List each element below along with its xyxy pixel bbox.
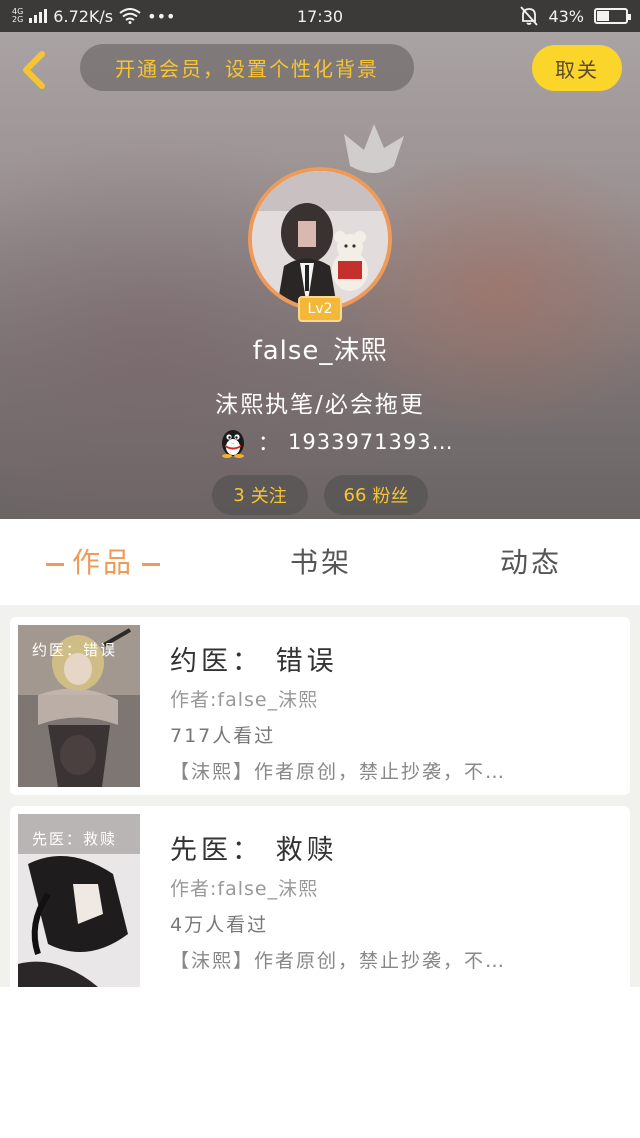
work-cover: 约医：错误 bbox=[18, 625, 140, 787]
network-bottom: 2G bbox=[12, 15, 24, 24]
fans-stat[interactable]: 66 粉丝 bbox=[324, 475, 428, 515]
qq-penguin-icon bbox=[222, 430, 244, 458]
user-name: false_沫熙 bbox=[252, 336, 388, 366]
work-title: 先医： 救赎 bbox=[170, 835, 338, 866]
fans-count: 66 bbox=[343, 484, 367, 506]
status-bar: 4G 2G 6.72K/s ••• 17:30 43% bbox=[0, 0, 640, 32]
tab-bookshelf-label: 书架 bbox=[290, 546, 353, 579]
level-badge: Lv2 bbox=[298, 296, 342, 322]
tab-works[interactable]: 作品 bbox=[38, 541, 168, 581]
battery-percent: 43% bbox=[548, 6, 584, 26]
vip-banner[interactable]: 开通会员，设置个性化背景 bbox=[80, 44, 414, 91]
cover-title: 约医：错误 bbox=[32, 641, 118, 659]
profile-header: 开通会员，设置个性化背景 取关 Lv2 false_沫熙 沫熙执笔/必会拖更 ：… bbox=[0, 32, 640, 519]
unfollow-button[interactable]: 取关 bbox=[532, 45, 622, 91]
following-count: 3 bbox=[233, 484, 245, 506]
work-author: 作者:false_沫熙 bbox=[170, 689, 319, 711]
work-title: 约医： 错误 bbox=[170, 646, 338, 677]
profile-tabs: 作品 书架 动态 bbox=[0, 519, 640, 605]
signal-icon bbox=[29, 9, 48, 23]
tab-bookshelf[interactable]: 书架 bbox=[290, 541, 352, 581]
qq-number: 1933971393… bbox=[288, 430, 454, 454]
following-label: 关注 bbox=[250, 486, 287, 507]
avatar-photo bbox=[252, 171, 388, 307]
work-card[interactable]: 约医：错误 约医： 错误 作者:false_沫熙 717人看过 【沫熙】作者原创… bbox=[10, 617, 630, 795]
status-time: 17:30 bbox=[296, 6, 344, 26]
battery-fill bbox=[597, 11, 610, 21]
work-desc: 【沫熙】作者原创，禁止抄袭，不… bbox=[170, 950, 507, 972]
network-speed: 6.72K/s bbox=[53, 6, 114, 26]
work-cover: 先医：救赎 bbox=[18, 814, 140, 987]
qq-row: ： 1933971393… bbox=[216, 424, 454, 460]
qq-separator: ： bbox=[258, 431, 280, 455]
wifi-icon bbox=[119, 8, 141, 24]
work-card[interactable]: 先医：救赎 先医： 救赎 作者:false_沫熙 4万人看过 【沫熙】作者原创，… bbox=[10, 806, 630, 987]
avatar-image bbox=[248, 167, 392, 311]
work-author: 作者:false_沫熙 bbox=[170, 878, 319, 900]
status-right: 43% bbox=[378, 6, 631, 26]
work-desc: 【沫熙】作者原创，禁止抄袭，不… bbox=[170, 761, 507, 783]
work-views: 4万人看过 bbox=[170, 914, 269, 936]
user-bio: 沫熙执笔/必会拖更 bbox=[215, 392, 425, 418]
tab-indicator-left bbox=[46, 562, 64, 566]
following-stat[interactable]: 3 关注 bbox=[212, 475, 308, 515]
more-indicator: ••• bbox=[147, 6, 176, 26]
tab-activity-label: 动态 bbox=[500, 546, 563, 579]
work-views: 717人看过 bbox=[170, 725, 276, 747]
cover-title: 先医：救赎 bbox=[32, 830, 118, 848]
status-left: 4G 2G 6.72K/s ••• bbox=[12, 7, 262, 26]
chevron-left-icon[interactable] bbox=[16, 50, 52, 90]
battery-icon bbox=[594, 8, 631, 24]
network-type: 4G 2G bbox=[12, 8, 23, 24]
bell-off-icon bbox=[520, 6, 539, 26]
avatar[interactable] bbox=[248, 167, 392, 311]
fans-label: 粉丝 bbox=[372, 486, 409, 507]
tab-indicator-right bbox=[142, 562, 161, 566]
tab-works-label: 作品 bbox=[72, 546, 135, 579]
tab-activity[interactable]: 动态 bbox=[500, 541, 562, 581]
divider bbox=[0, 605, 640, 617]
